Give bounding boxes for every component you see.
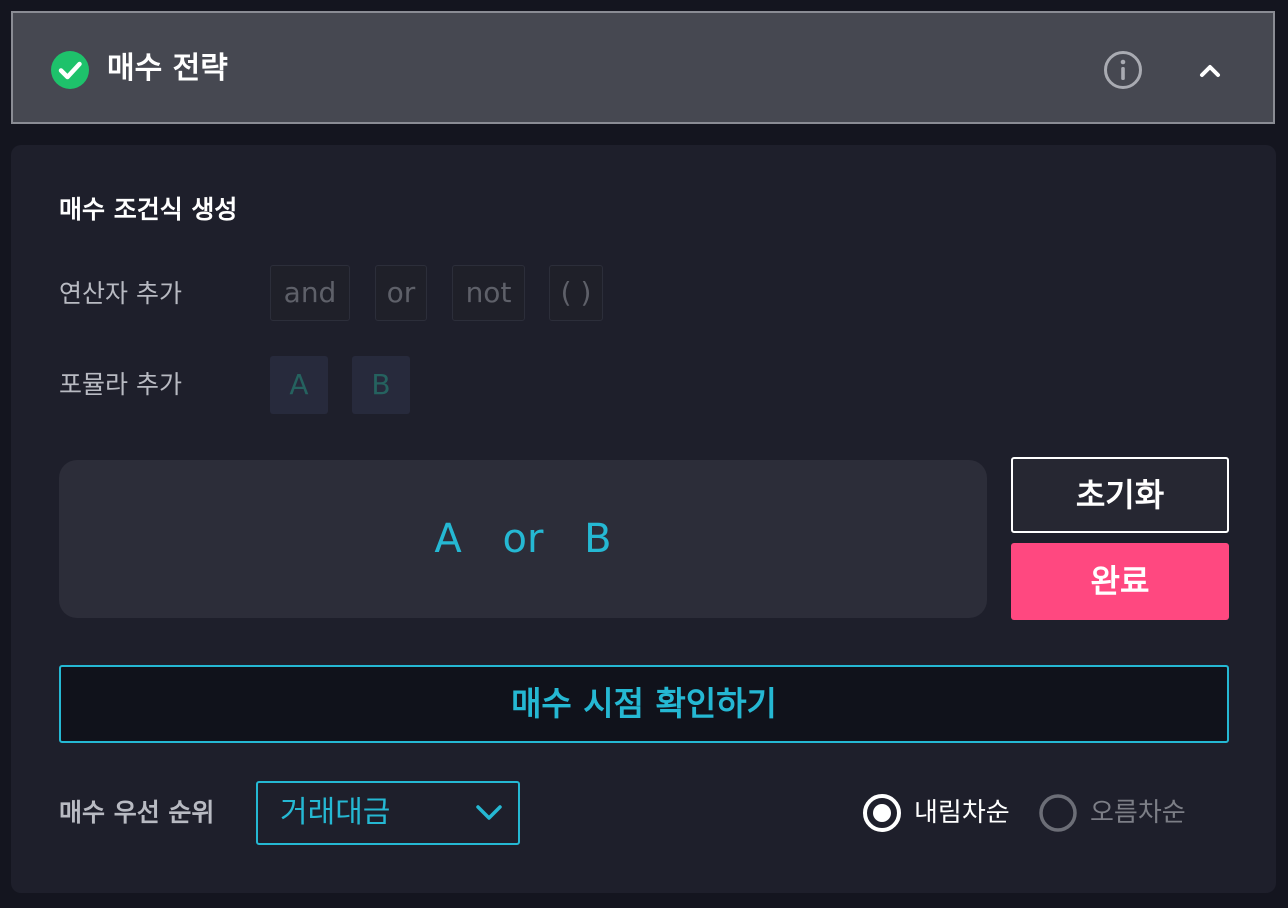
operator-not-button[interactable]: not — [452, 265, 525, 321]
check-circle-icon — [51, 51, 89, 89]
radio-selected-icon — [863, 794, 901, 832]
operator-parentheses-button[interactable]: ( ) — [549, 265, 603, 321]
section-title: 매수 조건식 생성 — [59, 195, 238, 224]
page-title: 매수 전략 — [107, 51, 228, 86]
chevron-down-icon — [476, 805, 502, 820]
sort-ascending-label: 오름차순 — [1090, 798, 1186, 828]
chevron-up-icon[interactable] — [1190, 51, 1230, 91]
priority-select[interactable]: 거래대금 — [256, 781, 520, 845]
strategy-panel: 매수 조건식 생성 연산자 추가 and or not ( ) 포뮬라 추가 A… — [11, 145, 1276, 893]
expression-text: A or B — [434, 516, 612, 562]
sort-descending-radio[interactable]: 내림차순 — [862, 793, 1022, 833]
buy-strategy-widget: 매수 전략 매수 조건식 생성 연산자 추가 and or not ( ) 포뮬… — [0, 0, 1288, 908]
strategy-header[interactable]: 매수 전략 — [11, 11, 1275, 124]
reset-button[interactable]: 초기화 — [1011, 457, 1229, 533]
done-button[interactable]: 완료 — [1011, 543, 1229, 620]
operator-or-button[interactable]: or — [375, 265, 427, 321]
formula-a-button[interactable]: A — [270, 356, 328, 414]
formulas-label: 포뮬라 추가 — [59, 370, 182, 399]
formula-b-button[interactable]: B — [352, 356, 410, 414]
priority-label: 매수 우선 순위 — [59, 798, 215, 827]
operators-label: 연산자 추가 — [59, 279, 182, 308]
check-buy-timing-button[interactable]: 매수 시점 확인하기 — [59, 665, 1229, 743]
sort-descending-label: 내림차순 — [914, 798, 1010, 828]
operator-and-button[interactable]: and — [270, 265, 350, 321]
radio-unselected-icon — [1039, 794, 1077, 832]
info-icon[interactable] — [1102, 49, 1144, 91]
expression-display: A or B — [59, 460, 987, 618]
sort-ascending-radio[interactable]: 오름차순 — [1038, 793, 1198, 833]
priority-select-value: 거래대금 — [280, 795, 391, 830]
